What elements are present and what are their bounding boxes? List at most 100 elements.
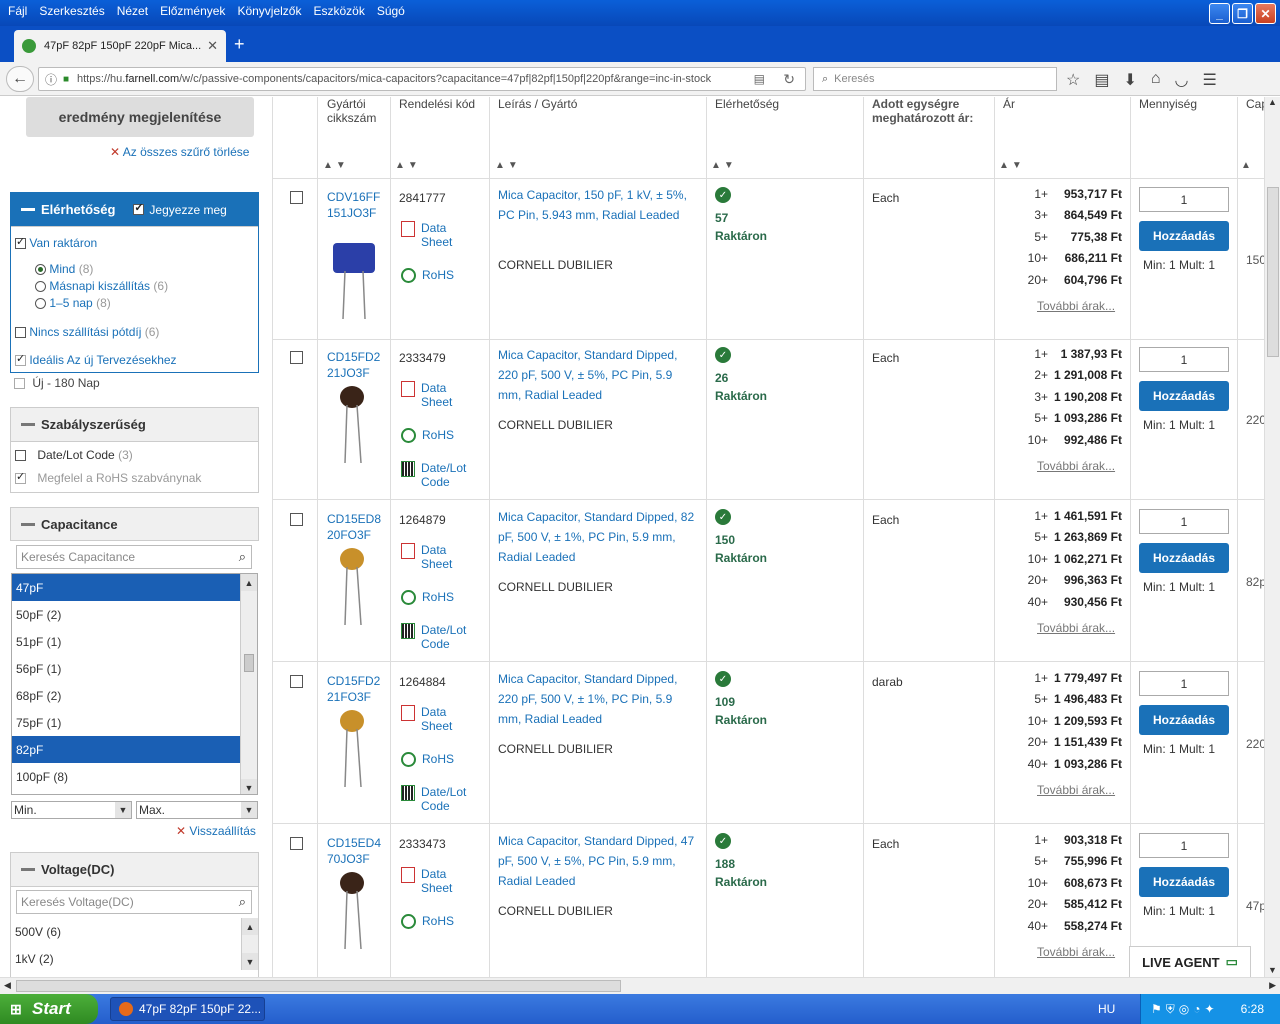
menu-help[interactable]: Súgó [373,4,413,18]
url-bar[interactable]: ⓘ ■ https://hu.farnell.com/w/c/passive-c… [38,67,806,91]
datelot-link[interactable]: Date/Lot Code [401,461,471,489]
voltage-header[interactable]: Voltage(DC) [11,853,258,887]
home-icon[interactable]: ⌂ [1151,70,1161,90]
datasheet-link[interactable]: Data Sheet [401,543,461,571]
bookmarks-list-icon[interactable]: ▤ [1094,70,1109,90]
language-indicator[interactable]: HU [1098,1002,1115,1016]
new-180-checkbox[interactable] [14,378,25,390]
description-link[interactable]: Mica Capacitor, Standard Dipped, 82 pF, … [498,507,698,567]
downloads-icon[interactable]: ⬇ [1123,70,1136,90]
scroll-down-icon[interactable]: ▼ [241,779,257,794]
all-radio[interactable] [35,264,46,276]
capacitance-list[interactable]: 47pF 50pF (2) 51pF (1) 56pF (1) 68pF (2) 75pF… [11,573,258,795]
capacitance-item[interactable]: 51pF (1) [12,628,241,655]
menu-tools[interactable]: Eszközök [309,4,372,18]
nextday-radio[interactable] [35,281,46,293]
scroll-thumb[interactable] [244,654,254,672]
part-number-link[interactable]: CDV16FF151JO3F [327,189,383,221]
quantity-input[interactable]: 1 [1139,187,1229,212]
datelot-option[interactable]: Date/Lot Code (3) [15,448,133,462]
info-icon[interactable]: ⓘ [45,71,57,88]
page-horizontal-scrollbar[interactable]: ◀ ▶ [0,977,1280,994]
row-select-checkbox[interactable] [290,837,303,850]
scroll-thumb[interactable] [16,980,621,992]
menu-hamburger-icon[interactable]: ☰ [1203,70,1217,90]
in-stock-option[interactable]: Van raktáron [15,235,97,250]
capacitance-header[interactable]: Capacitance [10,507,259,541]
datasheet-link[interactable]: Data Sheet [401,221,461,249]
page-vertical-scrollbar[interactable]: ▲ ▼ [1264,97,1280,977]
new-tab-button[interactable]: + [234,34,245,55]
add-to-cart-button[interactable]: Hozzáadás [1139,705,1229,735]
menu-view[interactable]: Nézet [113,4,156,18]
part-number-link[interactable]: CD15ED470JO3F [327,835,383,867]
add-to-cart-button[interactable]: Hozzáadás [1139,543,1229,573]
menu-file[interactable]: Fájl [4,4,35,18]
scroll-down-icon[interactable]: ▼ [242,953,258,970]
rohs-link[interactable]: RoHS [401,590,454,605]
search-icon[interactable]: ⌕ [239,894,246,910]
datasheet-link[interactable]: Data Sheet [401,705,461,733]
capacitance-item[interactable]: 100pF (8) [12,763,241,790]
voltage-item[interactable]: 500V (6) [11,918,240,945]
sort-arrows-icon[interactable]: ▲▼ [711,160,737,171]
datelot-checkbox[interactable] [15,450,26,462]
rohs-checkbox[interactable] [15,470,26,485]
voltage-search-input[interactable]: Keresés Voltage(DC) ⌕ [16,890,252,914]
in-stock-checkbox[interactable] [15,235,26,250]
sort-arrows-icon[interactable]: ▲▼ [495,160,521,171]
tab-close-icon[interactable]: ✕ [207,38,218,54]
availability-option-nextday[interactable]: Másnapi kiszállítás (6) [35,279,168,293]
more-prices-link[interactable]: További árak... [1037,621,1115,635]
add-to-cart-button[interactable]: Hozzáadás [1139,221,1229,251]
quantity-input[interactable]: 1 [1139,347,1229,372]
datelot-link[interactable]: Date/Lot Code [401,623,471,651]
scroll-up-icon[interactable]: ▲ [242,918,258,935]
minimize-button[interactable]: _ [1209,3,1230,24]
scroll-up-icon[interactable]: ▲ [241,574,257,591]
browser-tab[interactable]: 47pF 82pF 150pF 220pF Mica... ✕ [14,30,226,62]
availability-option-all[interactable]: Mind (8) [35,262,93,276]
tray-icons[interactable]: ⚑⛨◎◔✦ [1151,1002,1219,1017]
sort-arrows-icon[interactable]: ▲▼ [999,160,1025,171]
rohs-link[interactable]: RoHS [401,428,454,443]
datelot-link[interactable]: Date/Lot Code [401,785,471,813]
reload-icon[interactable]: ↻ [783,71,795,88]
capacitance-item[interactable]: 68pF (2) [12,682,241,709]
menu-edit[interactable]: Szerkesztés [35,4,112,18]
scroll-thumb[interactable] [1267,187,1279,357]
no-shipping-option[interactable]: Nincs szállítási pótdíj (6) [15,325,159,339]
close-window-button[interactable]: ✕ [1255,3,1276,24]
taskbar-firefox-item[interactable]: 47pF 82pF 150pF 22... [110,997,265,1021]
remember-checkbox[interactable] [133,201,145,215]
more-prices-link[interactable]: További árak... [1037,945,1115,959]
part-number-link[interactable]: CD15FD221FO3F [327,673,383,705]
description-link[interactable]: Mica Capacitor, Standard Dipped, 47 pF, … [498,831,698,891]
availability-option-1-5[interactable]: 1–5 nap (8) [35,296,111,310]
scroll-up-icon[interactable]: ▲ [1265,97,1280,113]
description-link[interactable]: Mica Capacitor, Standard Dipped, 220 pF,… [498,669,698,729]
part-number-link[interactable]: CD15FD221JO3F [327,349,383,381]
voltage-item[interactable]: 1kV (2) [11,945,240,970]
back-button[interactable]: ← [6,66,34,92]
scroll-right-icon[interactable]: ▶ [1269,980,1276,991]
capacitance-item[interactable]: 56pF (1) [12,655,241,682]
add-to-cart-button[interactable]: Hozzáadás [1139,381,1229,411]
rohs-link[interactable]: RoHS [401,752,454,767]
bookmark-star-icon[interactable]: ☆ [1066,70,1080,90]
more-prices-link[interactable]: További árak... [1037,783,1115,797]
availability-header[interactable]: Elérhetőség Jegyezze meg [11,193,258,227]
part-number-link[interactable]: CD15ED820FO3F [327,511,383,543]
show-results-button[interactable]: eredmény megjelenítése [26,97,254,137]
add-to-cart-button[interactable]: Hozzáadás [1139,867,1229,897]
row-select-checkbox[interactable] [290,513,303,526]
capacitance-search-input[interactable]: Keresés Capacitance ⌕ [16,545,252,569]
quantity-input[interactable]: 1 [1139,509,1229,534]
capacitance-item[interactable]: 47pF [12,574,241,601]
search-icon[interactable]: ⌕ [239,549,246,565]
capacitance-min-select[interactable]: Min. ▼ [11,801,132,819]
no-shipping-checkbox[interactable] [15,327,26,339]
menu-history[interactable]: Előzmények [156,4,233,18]
reader-view-icon[interactable]: ▤ [754,72,765,86]
maximize-button[interactable]: ❐ [1232,3,1253,24]
